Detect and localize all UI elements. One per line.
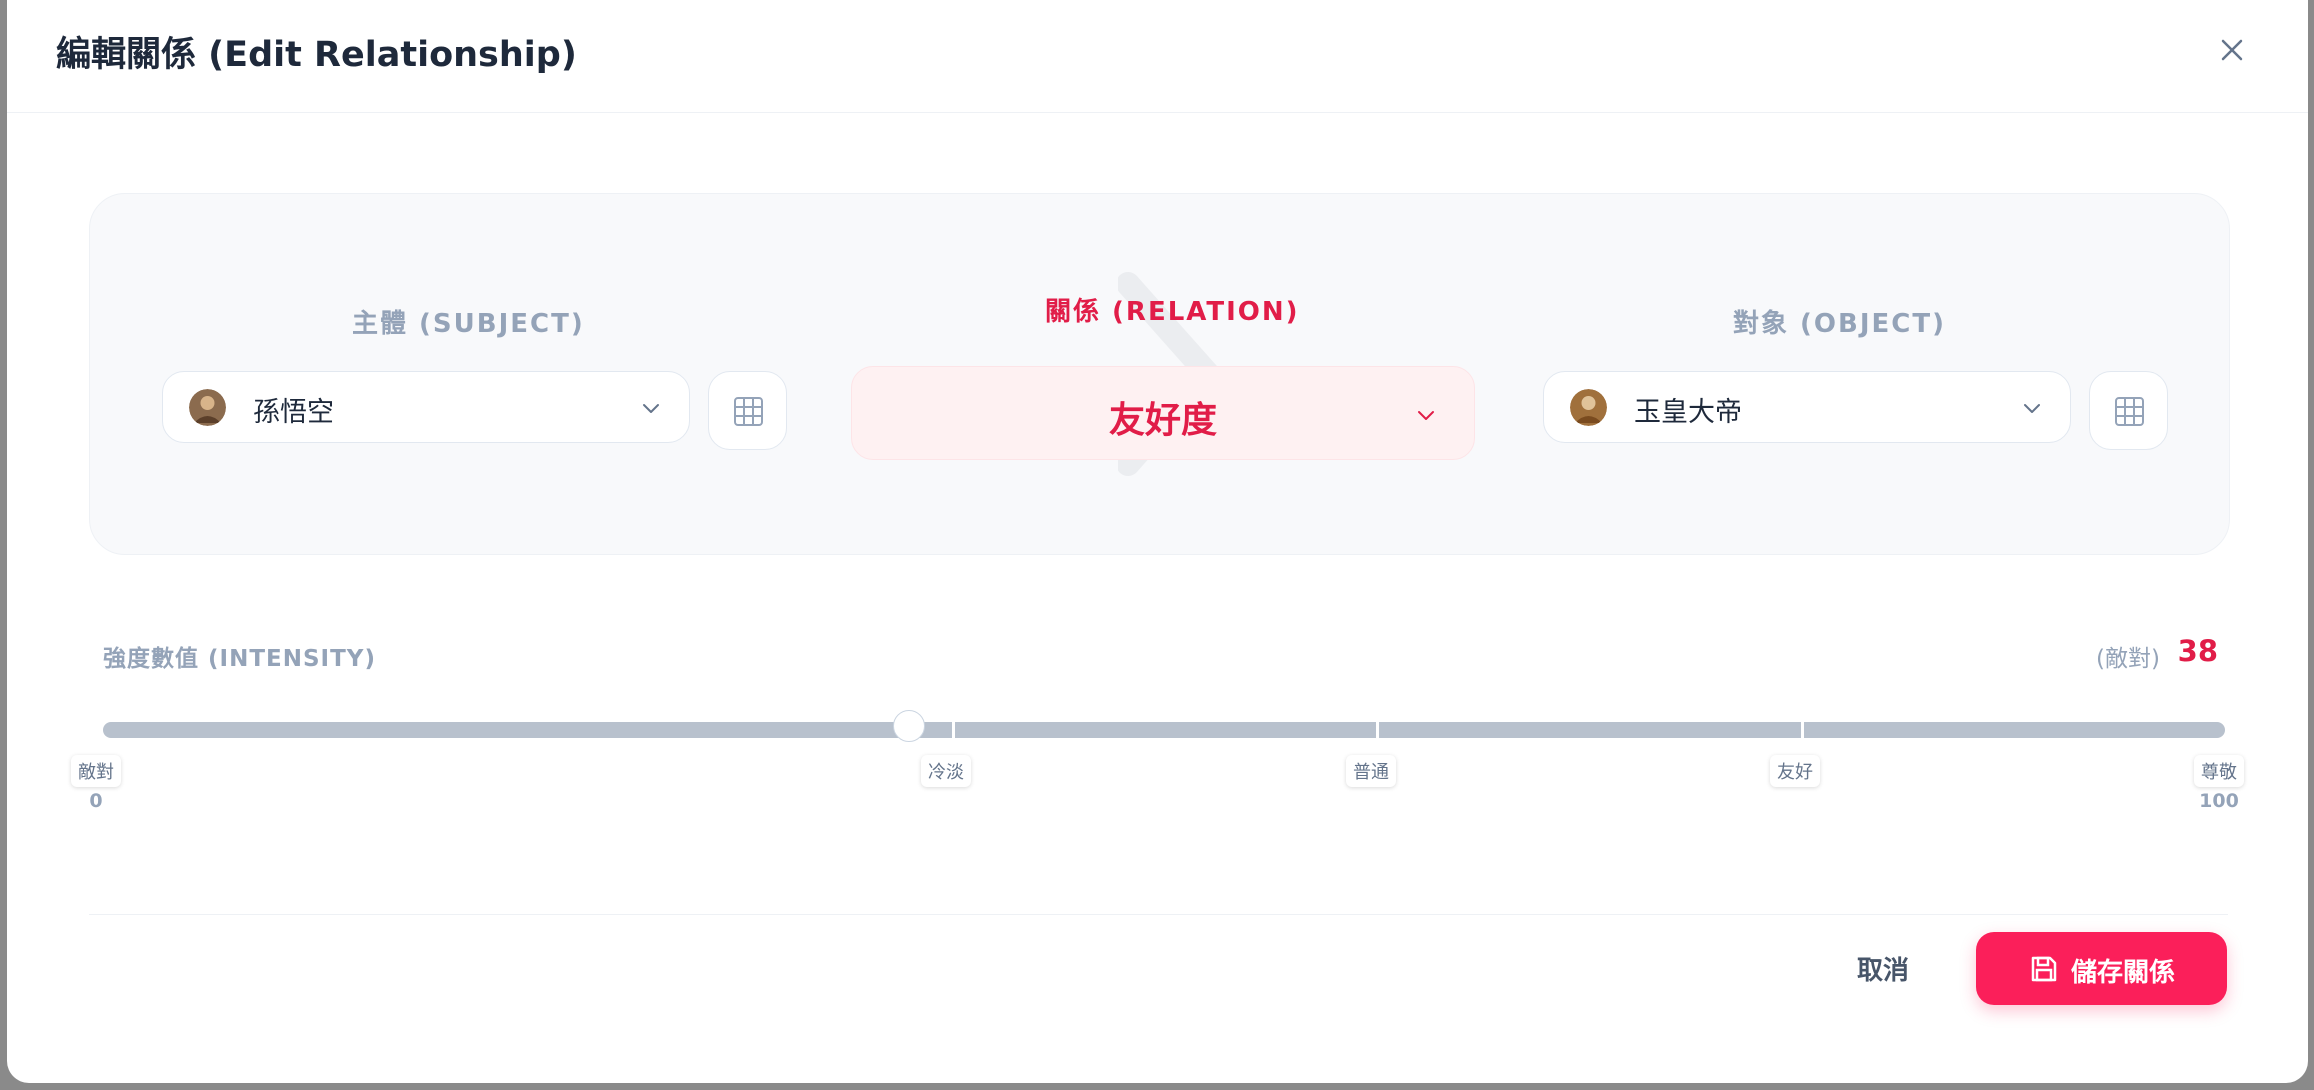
- footer-divider: [89, 914, 2228, 915]
- dialog-header: 編輯關係 (Edit Relationship): [7, 0, 2308, 113]
- intensity-label: 強度數值 (INTENSITY): [103, 646, 376, 672]
- save-relationship-button[interactable]: 儲存關係: [1976, 932, 2227, 1005]
- slider-max: 100: [2199, 790, 2239, 812]
- slider-tick: [1376, 722, 1380, 738]
- save-icon: [2031, 956, 2057, 982]
- slider-thumb[interactable]: [893, 710, 926, 742]
- subject-label: 主體 (SUBJECT): [352, 309, 585, 339]
- edit-relationship-dialog: 編輯關係 (Edit Relationship) 主體 (SUBJECT) 孫悟…: [7, 0, 2308, 1083]
- slider-tick: [951, 722, 955, 738]
- grid-icon: [734, 397, 763, 426]
- save-button-label: 儲存關係: [2071, 958, 2176, 988]
- chevron-down-icon: [2024, 404, 2040, 413]
- subject-grid-button[interactable]: [708, 371, 787, 450]
- subject-name: 孫悟空: [253, 397, 334, 428]
- chevron-down-icon: [643, 404, 659, 413]
- chevron-down-icon: [1418, 411, 1434, 420]
- relation-label: 關係 (RELATION): [1045, 297, 1300, 327]
- dialog-title: 編輯關係 (Edit Relationship): [56, 35, 577, 75]
- object-name: 玉皇大帝: [1634, 397, 1742, 428]
- relation-panel: 主體 (SUBJECT) 孫悟空 關係 (RELATION) 友好度 對象 (O…: [89, 193, 2230, 555]
- object-select[interactable]: 玉皇大帝: [1543, 371, 2071, 443]
- intensity-state: (敵對): [2096, 646, 2160, 672]
- object-label: 對象 (OBJECT): [1733, 309, 1946, 339]
- object-grid-button[interactable]: [2089, 371, 2168, 450]
- intensity-value: 38: [2177, 634, 2218, 668]
- relation-value: 友好度: [1108, 400, 1217, 441]
- object-avatar: [1570, 389, 1607, 426]
- grid-icon: [2115, 397, 2144, 426]
- tick-label: 尊敬: [2194, 755, 2244, 787]
- tick-label: 普通: [1346, 755, 1396, 787]
- subject-avatar: [189, 389, 226, 426]
- subject-select[interactable]: 孫悟空: [162, 371, 690, 443]
- cancel-button[interactable]: 取消: [1857, 950, 1909, 987]
- slider-tick: [1800, 722, 1804, 738]
- tick-label: 冷淡: [921, 755, 971, 787]
- tick-label: 敵對: [71, 755, 121, 787]
- slider-min: 0: [89, 790, 103, 812]
- tick-label: 友好: [1770, 755, 1820, 787]
- close-button[interactable]: [2212, 30, 2252, 70]
- close-icon: [2221, 39, 2243, 61]
- relation-select[interactable]: 友好度: [851, 366, 1475, 460]
- intensity-slider[interactable]: [103, 710, 2225, 742]
